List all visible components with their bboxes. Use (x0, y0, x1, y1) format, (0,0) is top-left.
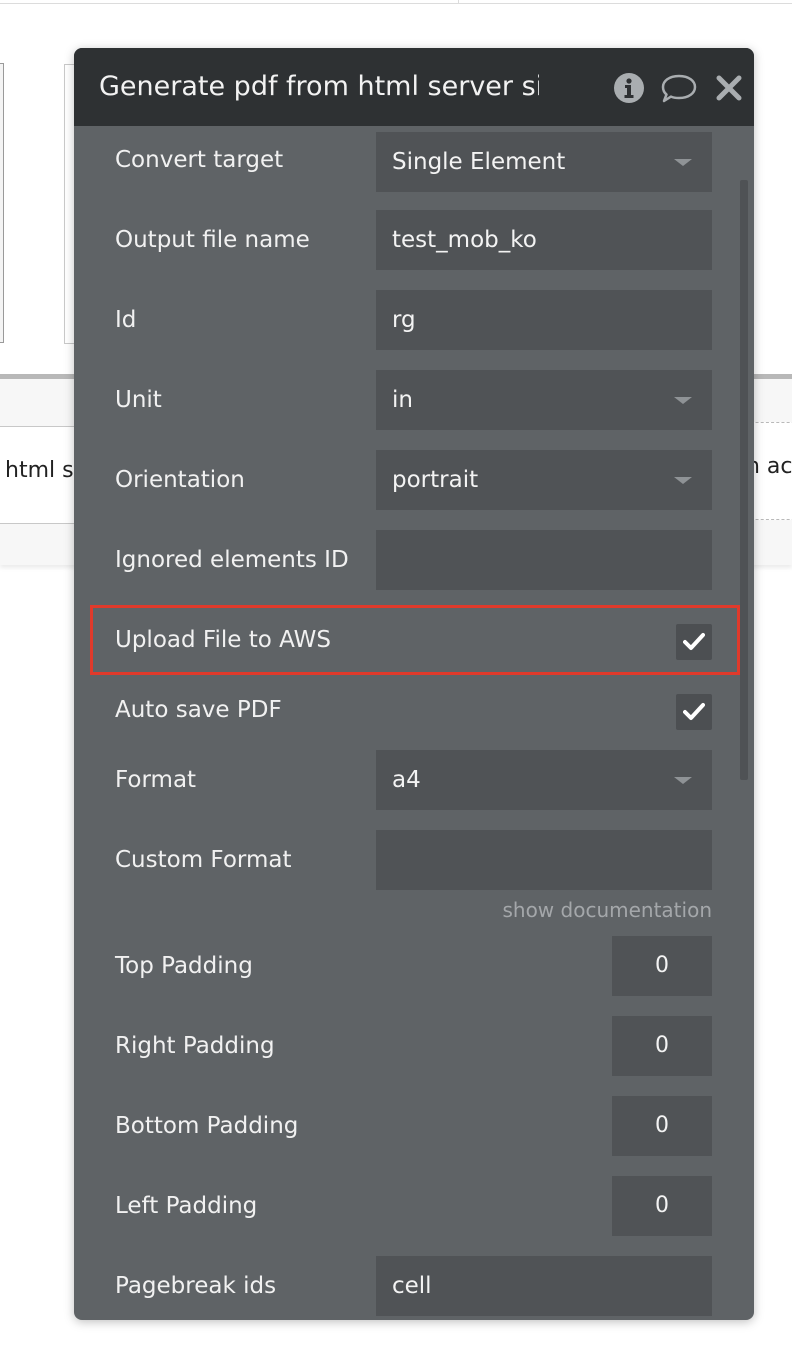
panel-header[interactable]: Generate pdf from html server side (74, 48, 754, 126)
id-input[interactable]: rg (376, 290, 712, 350)
unit-label: Unit (115, 387, 162, 413)
pagebreak-ids-value: cell (392, 1273, 432, 1299)
unit-dropdown[interactable]: in (376, 370, 712, 430)
custom-format-label: Custom Format (115, 847, 292, 873)
right-padding-input[interactable]: 0 (612, 1016, 712, 1076)
convert-target-label: Convert target (115, 147, 284, 173)
show-documentation-link[interactable]: show documentation (474, 896, 712, 924)
workflow-card-left-text: html s (5, 458, 74, 483)
pagebreak-ids-label: Pagebreak ids (115, 1273, 277, 1299)
output-file-name-value: test_mob_ko (392, 227, 537, 253)
unit-value: in (392, 387, 413, 413)
orientation-dropdown[interactable]: portrait (376, 450, 712, 510)
id-value: rg (392, 307, 416, 333)
canvas-element-left[interactable] (0, 63, 4, 343)
pagebreak-ids-input[interactable]: cell (376, 1256, 712, 1316)
output-file-name-label: Output file name (115, 227, 310, 253)
comment-icon[interactable] (660, 72, 698, 104)
left-padding-input[interactable]: 0 (612, 1176, 712, 1236)
right-padding-label: Right Padding (115, 1033, 275, 1059)
bottom-padding-input[interactable]: 0 (612, 1096, 712, 1156)
ignored-elements-id-input[interactable] (376, 530, 712, 590)
canvas-top-divider (458, 0, 459, 3)
canvas-top-border (0, 0, 792, 4)
checkmark-icon (683, 633, 705, 650)
orientation-value: portrait (392, 467, 479, 493)
chevron-down-icon (674, 477, 692, 484)
chevron-down-icon (674, 159, 692, 166)
auto-save-pdf-checkbox[interactable] (676, 694, 712, 730)
upload-file-to-aws-label: Upload File to AWS (115, 627, 331, 653)
chevron-down-icon (674, 397, 692, 404)
id-label: Id (115, 307, 137, 333)
panel-title: Generate pdf from html server side (99, 71, 539, 102)
output-file-name-input[interactable]: test_mob_ko (376, 210, 712, 270)
property-editor-panel: Generate pdf from html server side Conve… (74, 48, 754, 1320)
auto-save-pdf-label: Auto save PDF (115, 697, 282, 723)
format-label: Format (115, 767, 197, 793)
custom-format-input[interactable] (376, 830, 712, 890)
format-value: a4 (392, 767, 421, 793)
left-padding-label: Left Padding (115, 1193, 258, 1219)
convert-target-value: Single Element (392, 149, 566, 175)
upload-file-to-aws-checkbox[interactable] (676, 624, 712, 660)
ignored-elements-id-label: Ignored elements ID (115, 547, 349, 573)
bottom-padding-label: Bottom Padding (115, 1113, 299, 1139)
info-icon[interactable] (612, 72, 646, 104)
top-padding-label: Top Padding (115, 953, 253, 979)
checkmark-icon (683, 703, 705, 720)
orientation-label: Orientation (115, 467, 245, 493)
convert-target-dropdown[interactable]: Single Element (376, 132, 712, 192)
top-padding-input[interactable]: 0 (612, 936, 712, 996)
close-icon[interactable] (714, 72, 744, 104)
panel-scrollbar[interactable] (740, 180, 748, 780)
format-dropdown[interactable]: a4 (376, 750, 712, 810)
chevron-down-icon (674, 777, 692, 784)
